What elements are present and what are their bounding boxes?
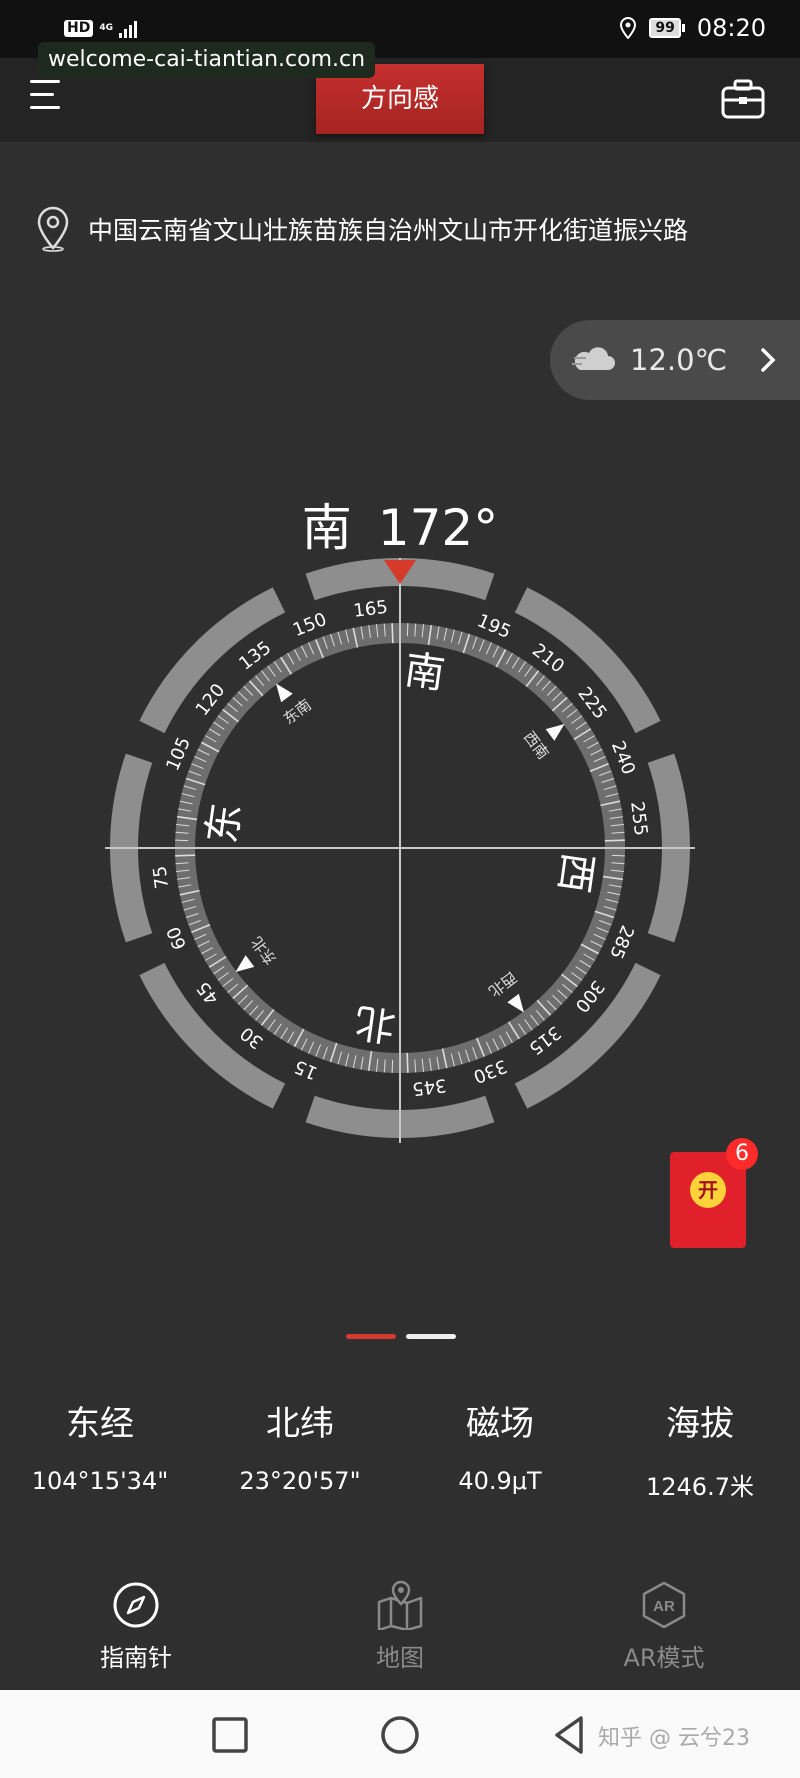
- degree-label: 15: [291, 1055, 320, 1083]
- stat-altitude: 海拔 1246.7米: [600, 1396, 800, 1502]
- tab-map[interactable]: 地图: [310, 1580, 490, 1673]
- battery-level: 99: [649, 18, 681, 38]
- cardinal-label: 西: [550, 850, 601, 896]
- hamburger-menu-icon: [30, 80, 60, 83]
- stat-value: 1246.7米: [646, 1473, 754, 1501]
- clock: 08:20: [696, 14, 766, 42]
- tab-label: 地图: [376, 1644, 424, 1672]
- degree-label: 75: [149, 865, 173, 890]
- recent-apps-icon[interactable]: [205, 1710, 255, 1760]
- tick-mark: [391, 623, 394, 644]
- intercardinal-label: 东北: [248, 933, 280, 968]
- tab-label: 指南针: [100, 1644, 172, 1672]
- red-packet-label: 开: [690, 1172, 726, 1208]
- chevron-right-icon: [761, 348, 776, 372]
- tab-label: AR模式: [623, 1644, 705, 1672]
- cloud-icon: [572, 347, 615, 370]
- bottom-tab-bar: 指南针 地图 AR AR模式: [0, 1580, 800, 1690]
- tick-mark: [175, 854, 196, 857]
- degree-label: 30: [236, 1022, 267, 1053]
- url-watermark: welcome-cai-tiantian.com.cn: [38, 42, 376, 78]
- cardinal-label: 南: [402, 647, 448, 698]
- cardinal-label: 东: [199, 800, 250, 846]
- stat-label: 东经: [66, 1404, 134, 1444]
- address-text: 中国云南省文山壮族苗族自治州文山市开化街道振兴路: [88, 216, 689, 245]
- degree-label: 60: [163, 924, 191, 953]
- compass-dial: 1952102252402552853003153303451530456075…: [105, 558, 695, 1143]
- red-packet-button[interactable]: 开 6: [670, 1138, 758, 1248]
- temperature: 12.0℃: [630, 343, 728, 377]
- location-status-icon: [620, 17, 637, 39]
- tick-mark: [604, 839, 625, 842]
- stats-row: 东经 104°15'34" 北纬 23°20'57" 磁场 40.9μT 海拔 …: [0, 1396, 800, 1506]
- svg-text:AR: AR: [653, 1598, 675, 1615]
- intercardinal-label: 西南: [520, 728, 552, 763]
- map-icon: [377, 1580, 423, 1630]
- hd-badge: HD: [64, 19, 94, 37]
- intercardinal-label: 西北: [485, 968, 520, 1000]
- location-row: 中国云南省文山壮族苗族自治州文山市开化街道振兴路: [36, 206, 688, 252]
- stat-longitude: 东经 104°15'34": [0, 1396, 200, 1495]
- stat-value: 40.9μT: [458, 1467, 542, 1495]
- tab-ar-mode[interactable]: AR AR模式: [574, 1580, 754, 1673]
- direction-marker-icon: [276, 683, 293, 703]
- stat-magnetic-field: 磁场 40.9μT: [400, 1396, 600, 1495]
- stat-value: 104°15'34": [31, 1467, 169, 1495]
- stat-value: 23°20'57": [239, 1467, 361, 1495]
- toolbox-icon[interactable]: [720, 78, 766, 120]
- degree-label: 45: [193, 977, 224, 1008]
- intercardinal-label: 东南: [280, 696, 315, 728]
- zhihu-watermark: 知乎 @ 云兮23: [598, 1726, 750, 1751]
- status-right: 99 08:20: [619, 14, 766, 42]
- battery-icon: 99: [649, 18, 685, 38]
- stat-label: 北纬: [266, 1404, 334, 1444]
- back-icon[interactable]: [545, 1710, 595, 1760]
- home-icon[interactable]: [375, 1710, 425, 1760]
- stat-label: 磁场: [466, 1404, 534, 1444]
- weather-pill[interactable]: 12.0℃: [550, 320, 800, 400]
- tab-compass[interactable]: 指南针: [46, 1580, 226, 1673]
- status-left: HD 4G: [64, 18, 137, 38]
- system-nav-bar: 知乎 @ 云兮23: [0, 1690, 800, 1778]
- direction-marker-icon: [545, 724, 565, 741]
- compass-icon: [113, 1582, 159, 1628]
- stat-label: 海拔: [666, 1404, 734, 1444]
- direction-marker-icon: [235, 955, 255, 972]
- degree-label: 165: [352, 597, 389, 622]
- location-pin-icon: [37, 206, 69, 252]
- ar-icon: AR: [642, 1581, 686, 1629]
- page-indicator-active[interactable]: [346, 1334, 396, 1339]
- degree-label: 345: [411, 1074, 448, 1099]
- direction-marker-icon: [507, 993, 524, 1013]
- signal-icon: [119, 18, 137, 38]
- page-indicator-inactive[interactable]: [406, 1334, 456, 1339]
- red-packet-badge: 6: [726, 1138, 758, 1170]
- cardinal-label: 北: [352, 998, 398, 1049]
- degree-label: 255: [626, 800, 651, 837]
- network-type: 4G: [99, 22, 113, 33]
- tick-mark: [406, 1052, 409, 1073]
- stat-latitude: 北纬 23°20'57": [200, 1396, 400, 1495]
- menu-button[interactable]: [30, 80, 64, 114]
